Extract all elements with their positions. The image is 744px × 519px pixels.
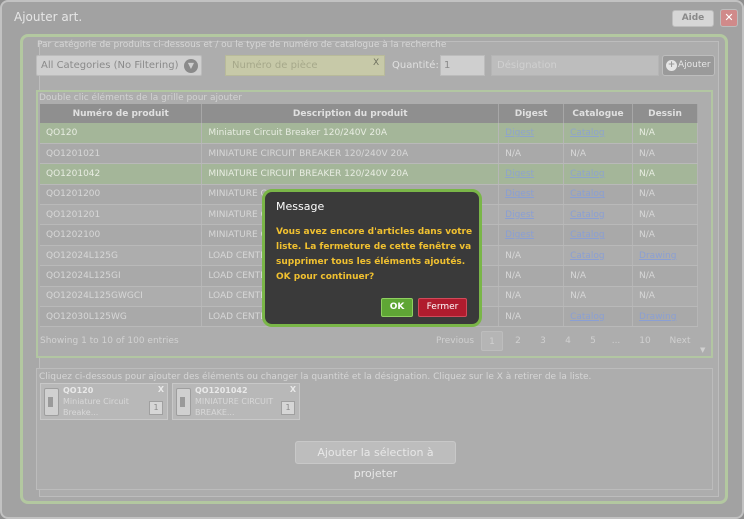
cell-product-number: QO12024L125GI — [40, 265, 203, 287]
cell-catalogue: N/A — [563, 265, 634, 287]
add-selection-to-project-button[interactable]: Ajouter la sélection à projeter — [295, 441, 456, 480]
paging-info: Showing 1 to 10 of 100 entries — [40, 336, 179, 346]
cell-drawing: N/A — [632, 265, 698, 287]
pager-previous[interactable]: Previous — [435, 331, 475, 351]
pager-page-5[interactable]: 5 — [585, 331, 601, 351]
ok-button[interactable]: OK — [381, 298, 413, 317]
table-row[interactable]: QO1201042 MINIATURE CIRCUIT BREAKER 120/2… — [40, 163, 698, 185]
pager-page-2[interactable]: 2 — [510, 331, 526, 351]
cell-drawing: N/A — [632, 123, 698, 144]
pager-page-4[interactable]: 4 — [560, 331, 576, 351]
close-window-button[interactable]: ✕ — [720, 9, 738, 27]
cell-description: Miniature Circuit Breaker 120/240V 20A — [201, 123, 500, 144]
table-row[interactable]: QO120 Miniature Circuit Breaker 120/240V … — [40, 123, 698, 144]
part-number-input[interactable]: Numéro de pièce — [225, 55, 385, 76]
message-body: Vous avez encore d'articles dans votre l… — [276, 227, 473, 282]
selected-item-card[interactable]: QO1201042 MINIATURE CIRCUIT BREAKE... X … — [172, 383, 300, 420]
pager-page-3[interactable]: 3 — [535, 331, 551, 351]
add-button-label: Ajouter — [678, 60, 711, 70]
cell-catalogue[interactable]: Catalog — [563, 163, 634, 185]
cell-drawing: N/A — [632, 286, 698, 308]
cell-digest: N/A — [498, 245, 565, 267]
cell-product-number: QO1201021 — [40, 143, 203, 165]
chevron-down-icon: ▼ — [184, 59, 198, 73]
selected-item-desc: Miniature Circuit Breake... — [63, 397, 129, 417]
cell-catalogue[interactable]: Catalog — [563, 204, 634, 226]
cell-drawing: N/A — [632, 163, 698, 185]
cell-drawing: N/A — [632, 204, 698, 226]
cell-product-number: QO12024L125GWGCI — [40, 286, 203, 308]
cell-catalogue: N/A — [563, 143, 634, 165]
message-title: Message — [276, 200, 325, 213]
cell-drawing: N/A — [632, 143, 698, 165]
message-dialog: Message Vous avez encore d'articles dans… — [262, 189, 482, 327]
quantity-input[interactable]: 1 — [440, 55, 485, 76]
selected-item-desc: MINIATURE CIRCUIT BREAKE... — [195, 397, 274, 417]
header-product-number[interactable]: Numéro de produit — [40, 104, 203, 123]
quantity-label: Quantité: — [392, 60, 439, 71]
add-button[interactable]: + Ajouter — [662, 55, 715, 76]
cell-digest[interactable]: Digest — [498, 224, 565, 246]
cell-drawing[interactable]: Drawing — [632, 245, 698, 267]
cell-drawing: N/A — [632, 224, 698, 246]
category-select-value: All Categories (No Filtering) — [41, 60, 179, 71]
pager-page-1[interactable]: 1 — [481, 331, 503, 351]
remove-item-button[interactable]: X — [290, 385, 296, 394]
cell-digest[interactable]: Digest — [498, 123, 565, 144]
table-row[interactable]: QO1201021 MINIATURE CIRCUIT BREAKER 120/2… — [40, 143, 698, 165]
header-description[interactable]: Description du produit — [201, 104, 500, 123]
clear-part-button[interactable]: X — [373, 58, 379, 68]
pager-page-10[interactable]: 10 — [636, 331, 654, 351]
cell-description: MINIATURE CIRCUIT BREAKER 120/240V 20A — [201, 143, 500, 165]
cell-drawing[interactable]: Drawing — [632, 306, 698, 328]
header-digest[interactable]: Digest — [498, 104, 565, 123]
cell-product-number: QO120 — [40, 123, 203, 144]
header-catalogue[interactable]: Catalogue — [563, 104, 634, 123]
plus-icon: + — [666, 60, 677, 71]
selected-item-quantity[interactable]: 1 — [281, 401, 295, 415]
selected-item-code: QO1201042 — [195, 386, 248, 395]
window-title: Ajouter art. — [14, 10, 83, 24]
cell-catalogue[interactable]: Catalog — [563, 123, 634, 144]
designation-input[interactable]: Désignation — [491, 55, 659, 76]
cell-drawing: N/A — [632, 184, 698, 206]
remove-item-button[interactable]: X — [158, 385, 164, 394]
pager-ellipsis: ... — [611, 336, 621, 346]
cell-digest: N/A — [498, 286, 565, 308]
cell-catalogue[interactable]: Catalog — [563, 306, 634, 328]
scroll-down-icon[interactable]: ▼ — [700, 346, 710, 356]
breaker-thumbnail-icon — [176, 388, 191, 416]
cell-product-number: QO1201201 — [40, 204, 203, 226]
cell-product-number: QO1201200 — [40, 184, 203, 206]
cell-product-number: QO1202100 — [40, 224, 203, 246]
cell-digest[interactable]: Digest — [498, 204, 565, 226]
cell-product-number: QO12030L125WG — [40, 306, 203, 328]
cell-product-number: QO1201042 — [40, 163, 203, 185]
help-button[interactable]: Aide — [672, 10, 714, 27]
cell-digest: N/A — [498, 265, 565, 287]
cell-catalogue: N/A — [563, 286, 634, 308]
cell-digest: N/A — [498, 306, 565, 328]
selected-item-code: QO120 — [63, 386, 94, 395]
cell-catalogue[interactable]: Catalog — [563, 184, 634, 206]
filter-instructions: Par catégorie de produits ci-dessous et … — [37, 40, 447, 50]
cell-digest[interactable]: Digest — [498, 184, 565, 206]
selected-item-card[interactable]: QO120 Miniature Circuit Breake... X 1 — [40, 383, 168, 420]
fermer-button[interactable]: Fermer — [418, 298, 467, 317]
selected-item-quantity[interactable]: 1 — [149, 401, 163, 415]
breaker-thumbnail-icon — [44, 388, 59, 416]
category-select[interactable]: All Categories (No Filtering) ▼ — [36, 55, 202, 76]
cell-digest[interactable]: Digest — [498, 163, 565, 185]
pager-next[interactable]: Next — [668, 331, 692, 351]
grid-hint: Double clic éléments de la grille pour a… — [39, 93, 242, 103]
cell-description: MINIATURE CIRCUIT BREAKER 120/240V 20A — [201, 163, 500, 185]
selection-hint: Cliquez ci-dessous pour ajouter des élém… — [39, 372, 592, 382]
cell-catalogue[interactable]: Catalog — [563, 224, 634, 246]
cell-catalogue[interactable]: Catalog — [563, 245, 634, 267]
cell-digest: N/A — [498, 143, 565, 165]
header-drawing[interactable]: Dessin — [632, 104, 698, 123]
cell-product-number: QO12024L125G — [40, 245, 203, 267]
